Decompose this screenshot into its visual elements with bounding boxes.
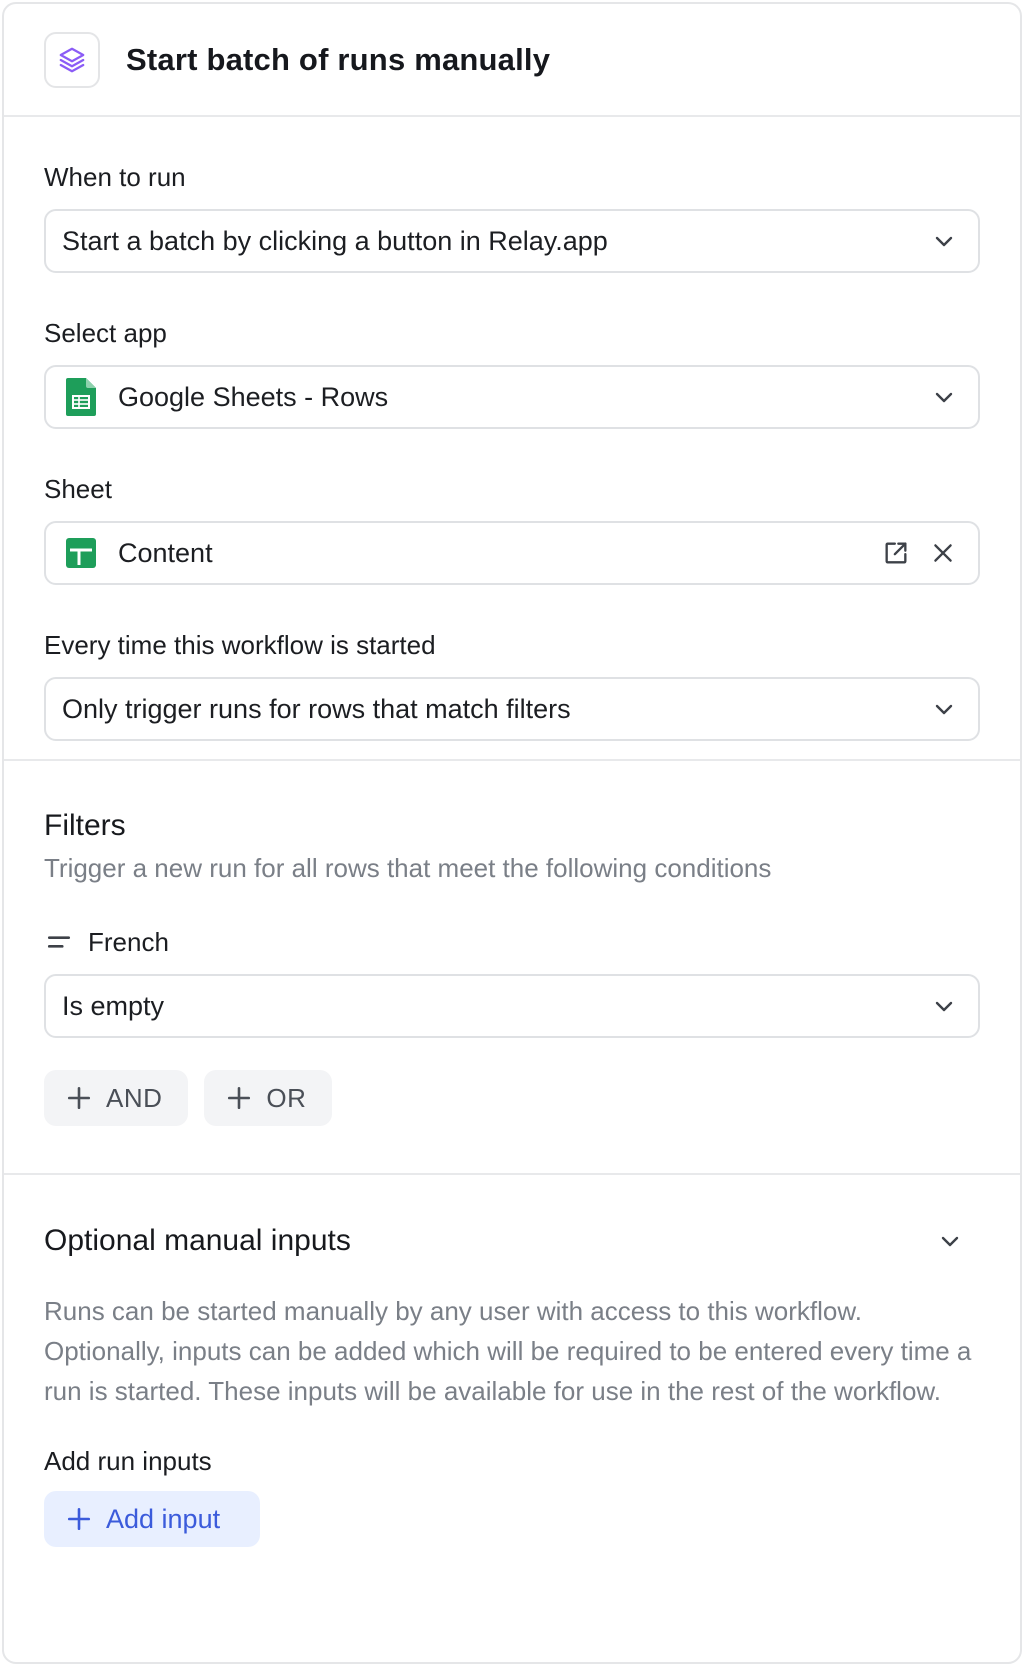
panel-title: Start batch of runs manually	[126, 41, 551, 77]
filters-subtitle: Trigger a new run for all rows that meet…	[44, 853, 772, 883]
google-sheets-icon	[66, 378, 96, 416]
filter-field: French	[44, 926, 980, 958]
chevron-down-icon	[935, 1001, 953, 1012]
chevron-down-icon	[935, 392, 953, 403]
add-and-label: AND	[106, 1082, 163, 1113]
select-app-label: Select app	[44, 318, 167, 348]
select-app-select[interactable]: Google Sheets - Rows	[44, 365, 980, 429]
trigger-panel: Start batch of runs manually When to run…	[2, 2, 1022, 1664]
sheet-label: Sheet	[44, 474, 112, 504]
optional-inputs-title: Optional manual inputs	[44, 1224, 351, 1257]
filter-logic-buttons: AND OR	[44, 1070, 980, 1126]
filters-section: Filters Trigger a new run for all rows t…	[4, 761, 1020, 1175]
add-input-button[interactable]: Add input	[44, 1491, 260, 1547]
add-or-label: OR	[266, 1082, 307, 1113]
filter-field-name: French	[88, 926, 169, 957]
every-time-select[interactable]: Only trigger runs for rows that match fi…	[44, 677, 980, 741]
every-time-label: Every time this workflow is started	[44, 630, 436, 660]
sheet-value: Content	[118, 537, 213, 568]
panel-header: Start batch of runs manually	[4, 4, 1020, 117]
layers-icon	[44, 31, 100, 88]
sheet-tab-icon	[66, 538, 96, 568]
chevron-down-icon	[935, 704, 953, 715]
plus-icon	[67, 1507, 91, 1531]
chevron-down-icon[interactable]	[938, 1229, 962, 1253]
filter-condition-value: Is empty	[62, 990, 165, 1021]
add-run-inputs-label: Add run inputs	[44, 1446, 212, 1476]
close-icon[interactable]	[930, 540, 956, 566]
select-app-value: Google Sheets - Rows	[118, 381, 389, 412]
filter-condition-select[interactable]: Is empty	[44, 974, 980, 1038]
optional-inputs-header[interactable]: Optional manual inputs	[44, 1221, 980, 1261]
sheet-actions	[882, 539, 956, 567]
when-to-run-select[interactable]: Start a batch by clicking a button in Re…	[44, 209, 980, 273]
optional-inputs-description: Runs can be started manually by any user…	[44, 1296, 972, 1406]
when-to-run-label: When to run	[44, 162, 186, 192]
open-external-icon[interactable]	[882, 539, 910, 567]
when-to-run-value: Start a batch by clicking a button in Re…	[62, 225, 608, 256]
text-field-icon	[47, 936, 71, 948]
add-input-label: Add input	[106, 1503, 221, 1534]
add-and-button[interactable]: AND	[44, 1070, 189, 1126]
plus-icon	[67, 1086, 91, 1110]
optional-inputs-section: Optional manual inputs Runs can be start…	[4, 1175, 1020, 1655]
plus-icon	[228, 1086, 251, 1110]
chevron-down-icon	[935, 236, 953, 247]
trigger-settings-section: When to run Start a batch by clicking a …	[4, 117, 1020, 761]
sheet-select[interactable]: Content	[44, 521, 980, 585]
every-time-value: Only trigger runs for rows that match fi…	[62, 693, 571, 724]
filters-title: Filters	[44, 809, 126, 842]
add-or-button[interactable]: OR	[204, 1070, 333, 1126]
